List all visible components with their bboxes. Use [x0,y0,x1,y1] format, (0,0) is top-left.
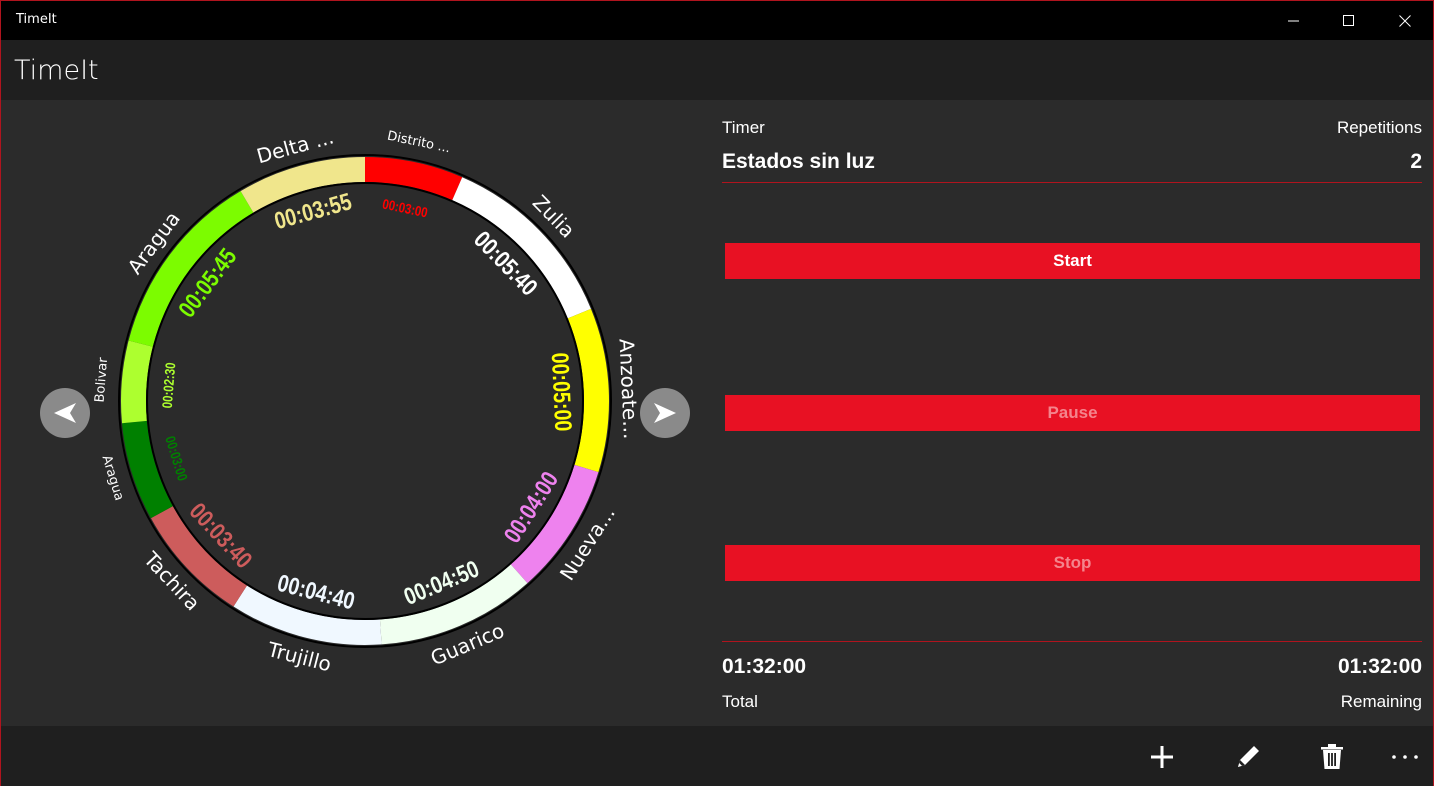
start-button[interactable]: Start [725,243,1420,279]
more-button[interactable] [1387,740,1423,774]
divider [722,182,1422,183]
edit-button[interactable] [1230,740,1266,774]
timer-ring: Distrito ...00:03:00 Zulia00:05:40Anzoate… [93,124,643,676]
pause-button[interactable]: Pause [725,395,1420,431]
app-window: TimeIt TimeIt Distrito ... 00:03:00 Zulia 0… [0,0,1434,786]
app-header: TimeIt [1,40,1433,100]
segment-name-label: Aragua [98,453,126,502]
minimize-button[interactable] [1271,1,1317,40]
arrow-right-icon [654,403,676,423]
segment-name-label: Anzoate... [614,338,643,440]
segment-time-label: 00:02:30 [159,362,179,409]
repetitions-value: 2 [1410,150,1422,173]
delete-button[interactable] [1314,740,1350,774]
timer-label: Timer [722,118,765,137]
timer-panel: Timer Repetitions Estados sin luz 2 Star… [722,100,1422,726]
total-label: Total [722,692,758,711]
add-button[interactable] [1144,740,1180,774]
timer-ring-area: Distrito ... 00:03:00 Zulia 00:05:40 Anzoate… [1,100,711,726]
remaining-time-value: 01:32:00 [1337,655,1422,678]
window-title: TimeIt [16,12,57,27]
segment-time-label: 00:03:00 [381,195,429,220]
divider [722,641,1422,642]
arrow-left-icon [54,403,76,423]
more-icon [1392,755,1418,759]
title-bar: TimeIt [1,1,1433,40]
previous-timer-button[interactable] [40,388,90,438]
close-button[interactable] [1382,1,1428,40]
maximize-icon [1343,14,1354,26]
segment-time-label: 00:05:00 [546,352,577,432]
ring-segment[interactable] [365,157,463,201]
pencil-icon [1238,746,1259,767]
trash-icon [1321,744,1343,769]
maximize-button[interactable] [1326,1,1372,40]
remaining-label: Remaining [1340,692,1422,711]
command-bar [1,726,1433,786]
next-timer-button[interactable] [640,388,690,438]
timer-name: Estados sin luz [722,150,875,173]
stop-button[interactable]: Stop [725,545,1420,581]
repetitions-label: Repetitions [1336,118,1422,137]
segment-time-label: 00:03:00 [162,434,191,483]
segment-name-label: Bolivar [93,356,112,403]
minimize-icon [1288,20,1299,21]
app-title: TimeIt [14,55,99,86]
plus-icon [1151,746,1173,768]
total-time-value: 01:32:00 [722,655,807,678]
ring-inner-outline [146,182,584,620]
segment-name-label: Distrito ... [386,129,452,157]
close-icon [1399,14,1411,27]
